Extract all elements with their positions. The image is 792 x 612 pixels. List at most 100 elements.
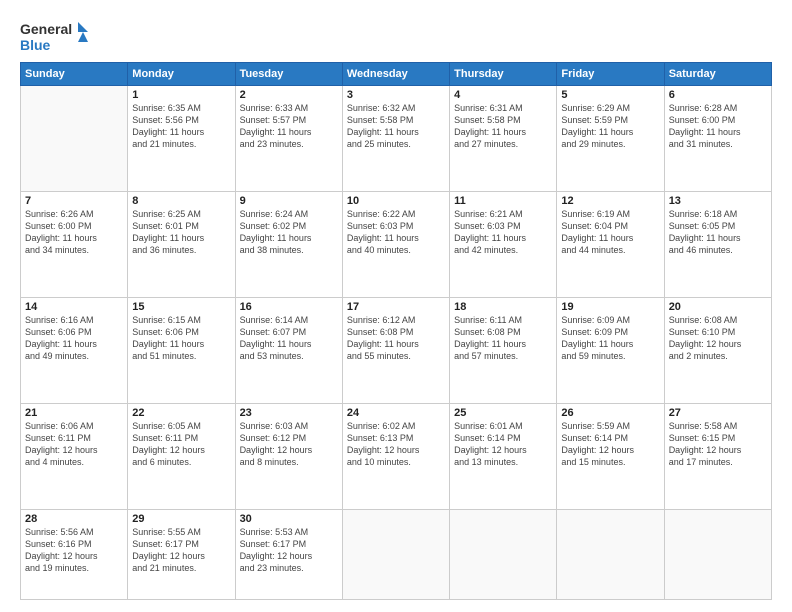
weekday-header-thursday: Thursday [450, 63, 557, 86]
weekday-header-monday: Monday [128, 63, 235, 86]
weekday-header-tuesday: Tuesday [235, 63, 342, 86]
calendar-cell: 2Sunrise: 6:33 AM Sunset: 5:57 PM Daylig… [235, 86, 342, 192]
calendar-table: SundayMondayTuesdayWednesdayThursdayFrid… [20, 62, 772, 600]
calendar-cell: 3Sunrise: 6:32 AM Sunset: 5:58 PM Daylig… [342, 86, 449, 192]
cell-info: Sunrise: 6:31 AM Sunset: 5:58 PM Dayligh… [454, 102, 552, 151]
day-number: 14 [25, 301, 123, 313]
weekday-header-sunday: Sunday [21, 63, 128, 86]
calendar-cell: 24Sunrise: 6:02 AM Sunset: 6:13 PM Dayli… [342, 403, 449, 509]
header: General Blue [20, 18, 772, 56]
calendar-cell: 23Sunrise: 6:03 AM Sunset: 6:12 PM Dayli… [235, 403, 342, 509]
week-row-4: 21Sunrise: 6:06 AM Sunset: 6:11 PM Dayli… [21, 403, 772, 509]
svg-text:General: General [20, 21, 72, 37]
week-row-2: 7Sunrise: 6:26 AM Sunset: 6:00 PM Daylig… [21, 191, 772, 297]
calendar-cell [557, 509, 664, 599]
cell-info: Sunrise: 6:16 AM Sunset: 6:06 PM Dayligh… [25, 314, 123, 363]
cell-info: Sunrise: 5:56 AM Sunset: 6:16 PM Dayligh… [25, 526, 123, 575]
calendar-cell: 8Sunrise: 6:25 AM Sunset: 6:01 PM Daylig… [128, 191, 235, 297]
day-number: 24 [347, 407, 445, 419]
day-number: 30 [240, 513, 338, 525]
calendar-cell [450, 509, 557, 599]
cell-info: Sunrise: 5:59 AM Sunset: 6:14 PM Dayligh… [561, 420, 659, 469]
calendar-cell: 20Sunrise: 6:08 AM Sunset: 6:10 PM Dayli… [664, 297, 771, 403]
cell-info: Sunrise: 6:28 AM Sunset: 6:00 PM Dayligh… [669, 102, 767, 151]
day-number: 11 [454, 195, 552, 207]
calendar-cell: 1Sunrise: 6:35 AM Sunset: 5:56 PM Daylig… [128, 86, 235, 192]
cell-info: Sunrise: 6:33 AM Sunset: 5:57 PM Dayligh… [240, 102, 338, 151]
calendar-cell: 22Sunrise: 6:05 AM Sunset: 6:11 PM Dayli… [128, 403, 235, 509]
cell-info: Sunrise: 6:01 AM Sunset: 6:14 PM Dayligh… [454, 420, 552, 469]
week-row-5: 28Sunrise: 5:56 AM Sunset: 6:16 PM Dayli… [21, 509, 772, 599]
day-number: 3 [347, 89, 445, 101]
day-number: 4 [454, 89, 552, 101]
calendar-cell: 7Sunrise: 6:26 AM Sunset: 6:00 PM Daylig… [21, 191, 128, 297]
day-number: 19 [561, 301, 659, 313]
cell-info: Sunrise: 6:11 AM Sunset: 6:08 PM Dayligh… [454, 314, 552, 363]
cell-info: Sunrise: 6:19 AM Sunset: 6:04 PM Dayligh… [561, 208, 659, 257]
calendar-cell: 29Sunrise: 5:55 AM Sunset: 6:17 PM Dayli… [128, 509, 235, 599]
calendar-cell: 19Sunrise: 6:09 AM Sunset: 6:09 PM Dayli… [557, 297, 664, 403]
cell-info: Sunrise: 6:32 AM Sunset: 5:58 PM Dayligh… [347, 102, 445, 151]
cell-info: Sunrise: 6:09 AM Sunset: 6:09 PM Dayligh… [561, 314, 659, 363]
day-number: 8 [132, 195, 230, 207]
calendar-cell [342, 509, 449, 599]
calendar-cell: 9Sunrise: 6:24 AM Sunset: 6:02 PM Daylig… [235, 191, 342, 297]
cell-info: Sunrise: 6:12 AM Sunset: 6:08 PM Dayligh… [347, 314, 445, 363]
cell-info: Sunrise: 6:05 AM Sunset: 6:11 PM Dayligh… [132, 420, 230, 469]
cell-info: Sunrise: 5:55 AM Sunset: 6:17 PM Dayligh… [132, 526, 230, 575]
day-number: 29 [132, 513, 230, 525]
calendar-cell: 6Sunrise: 6:28 AM Sunset: 6:00 PM Daylig… [664, 86, 771, 192]
cell-info: Sunrise: 6:35 AM Sunset: 5:56 PM Dayligh… [132, 102, 230, 151]
cell-info: Sunrise: 6:14 AM Sunset: 6:07 PM Dayligh… [240, 314, 338, 363]
cell-info: Sunrise: 6:21 AM Sunset: 6:03 PM Dayligh… [454, 208, 552, 257]
calendar-cell: 30Sunrise: 5:53 AM Sunset: 6:17 PM Dayli… [235, 509, 342, 599]
cell-info: Sunrise: 6:25 AM Sunset: 6:01 PM Dayligh… [132, 208, 230, 257]
day-number: 5 [561, 89, 659, 101]
day-number: 12 [561, 195, 659, 207]
calendar-cell: 18Sunrise: 6:11 AM Sunset: 6:08 PM Dayli… [450, 297, 557, 403]
calendar-cell: 21Sunrise: 6:06 AM Sunset: 6:11 PM Dayli… [21, 403, 128, 509]
week-row-1: 1Sunrise: 6:35 AM Sunset: 5:56 PM Daylig… [21, 86, 772, 192]
day-number: 21 [25, 407, 123, 419]
day-number: 22 [132, 407, 230, 419]
calendar-cell: 12Sunrise: 6:19 AM Sunset: 6:04 PM Dayli… [557, 191, 664, 297]
calendar-cell: 15Sunrise: 6:15 AM Sunset: 6:06 PM Dayli… [128, 297, 235, 403]
day-number: 13 [669, 195, 767, 207]
weekday-header-wednesday: Wednesday [342, 63, 449, 86]
calendar-cell: 4Sunrise: 6:31 AM Sunset: 5:58 PM Daylig… [450, 86, 557, 192]
calendar-cell: 17Sunrise: 6:12 AM Sunset: 6:08 PM Dayli… [342, 297, 449, 403]
cell-info: Sunrise: 5:58 AM Sunset: 6:15 PM Dayligh… [669, 420, 767, 469]
calendar-cell: 27Sunrise: 5:58 AM Sunset: 6:15 PM Dayli… [664, 403, 771, 509]
weekday-header-saturday: Saturday [664, 63, 771, 86]
cell-info: Sunrise: 6:18 AM Sunset: 6:05 PM Dayligh… [669, 208, 767, 257]
cell-info: Sunrise: 6:26 AM Sunset: 6:00 PM Dayligh… [25, 208, 123, 257]
day-number: 26 [561, 407, 659, 419]
generalblue-logo: General Blue [20, 18, 90, 56]
calendar-cell [21, 86, 128, 192]
day-number: 18 [454, 301, 552, 313]
day-number: 9 [240, 195, 338, 207]
cell-info: Sunrise: 6:02 AM Sunset: 6:13 PM Dayligh… [347, 420, 445, 469]
calendar-cell: 26Sunrise: 5:59 AM Sunset: 6:14 PM Dayli… [557, 403, 664, 509]
calendar-cell: 25Sunrise: 6:01 AM Sunset: 6:14 PM Dayli… [450, 403, 557, 509]
weekday-header-row: SundayMondayTuesdayWednesdayThursdayFrid… [21, 63, 772, 86]
day-number: 27 [669, 407, 767, 419]
svg-text:Blue: Blue [20, 37, 51, 53]
day-number: 10 [347, 195, 445, 207]
day-number: 17 [347, 301, 445, 313]
cell-info: Sunrise: 5:53 AM Sunset: 6:17 PM Dayligh… [240, 526, 338, 575]
calendar-cell: 5Sunrise: 6:29 AM Sunset: 5:59 PM Daylig… [557, 86, 664, 192]
calendar-cell: 28Sunrise: 5:56 AM Sunset: 6:16 PM Dayli… [21, 509, 128, 599]
calendar-cell: 13Sunrise: 6:18 AM Sunset: 6:05 PM Dayli… [664, 191, 771, 297]
logo: General Blue [20, 18, 90, 56]
calendar-cell: 10Sunrise: 6:22 AM Sunset: 6:03 PM Dayli… [342, 191, 449, 297]
cell-info: Sunrise: 6:03 AM Sunset: 6:12 PM Dayligh… [240, 420, 338, 469]
day-number: 25 [454, 407, 552, 419]
day-number: 2 [240, 89, 338, 101]
calendar-cell: 16Sunrise: 6:14 AM Sunset: 6:07 PM Dayli… [235, 297, 342, 403]
day-number: 23 [240, 407, 338, 419]
day-number: 15 [132, 301, 230, 313]
day-number: 7 [25, 195, 123, 207]
calendar-cell: 11Sunrise: 6:21 AM Sunset: 6:03 PM Dayli… [450, 191, 557, 297]
calendar-cell [664, 509, 771, 599]
